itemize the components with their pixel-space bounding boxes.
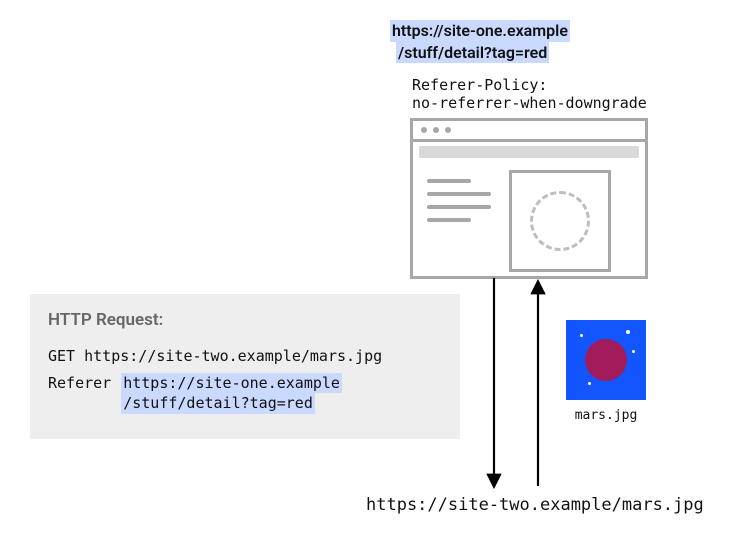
mars-image: [566, 320, 646, 400]
http-request-box: HTTP Request: GET https://site-two.examp…: [30, 294, 460, 439]
referer-value-line2: /stuff/detail?tag=red: [121, 393, 315, 413]
browser-titlebar: [413, 121, 645, 142]
window-dot-icon: [445, 127, 451, 133]
http-header-name: Referer: [48, 373, 111, 392]
http-header-value: https://site-one.example /stuff/detail?t…: [121, 373, 342, 414]
mars-filename: mars.jpg: [560, 408, 652, 423]
resource-url: https://site-two.example/mars.jpg: [366, 495, 704, 515]
browser-window: [410, 118, 648, 279]
browser-urlbar: [419, 146, 639, 158]
policy-value: no-referrer-when-downgrade: [412, 94, 647, 112]
origin-url-line1: https://site-one.example: [390, 20, 570, 42]
loading-placeholder-icon: [530, 191, 590, 251]
origin-page-url: https://site-one.example /stuff/detail?t…: [390, 20, 570, 63]
origin-url-line2: /stuff/detail?tag=red: [396, 42, 549, 64]
page-text-placeholder: [427, 170, 491, 272]
referer-value-line1: https://site-one.example: [121, 373, 342, 393]
http-request-title: HTTP Request:: [48, 310, 442, 330]
window-dot-icon: [421, 127, 427, 133]
window-dot-icon: [433, 127, 439, 133]
policy-label: Referer-Policy:: [412, 76, 547, 94]
http-request-line: GET https://site-two.example/mars.jpg: [48, 346, 382, 365]
image-placeholder: [509, 170, 611, 272]
planet-icon: [585, 339, 627, 381]
referer-policy: Referer-Policy: no-referrer-when-downgra…: [412, 76, 647, 112]
